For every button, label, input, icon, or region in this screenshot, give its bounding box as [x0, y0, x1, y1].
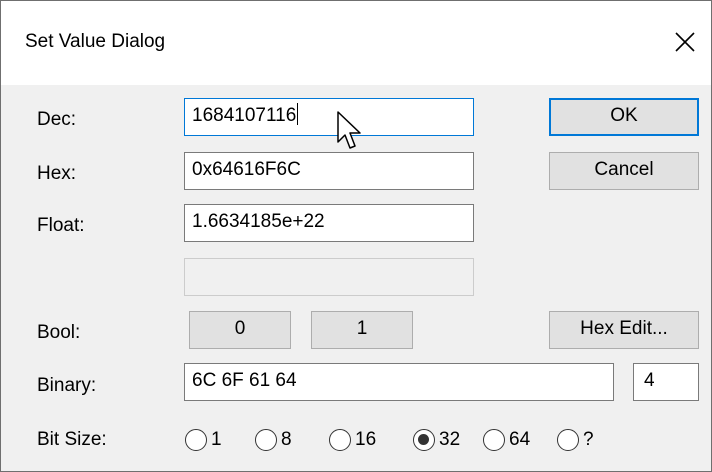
close-icon[interactable]	[670, 27, 700, 57]
dec-value: 1684107116	[192, 105, 297, 126]
bit-size-1-radio[interactable]: 1	[185, 425, 222, 455]
float-input[interactable]: 1.6634185e+22	[184, 204, 474, 242]
hex-edit-button[interactable]: Hex Edit...	[549, 311, 699, 349]
radio-button-icon	[255, 429, 277, 451]
extra-input-disabled	[184, 258, 474, 296]
bit-size-8-radio[interactable]: 8	[255, 425, 292, 455]
bool-false-button[interactable]: 0	[189, 311, 291, 349]
bool-label: Bool:	[37, 322, 81, 343]
binary-input[interactable]: 6C 6F 61 64	[184, 363, 614, 401]
bit-size-64-radio[interactable]: 64	[483, 425, 530, 455]
radio-button-icon	[185, 429, 207, 451]
bit-size-unknown-label: ?	[583, 429, 594, 450]
bool-true-button[interactable]: 1	[311, 311, 413, 349]
dec-label: Dec:	[37, 109, 77, 130]
bit-size-16-radio[interactable]: 16	[329, 425, 376, 455]
radio-button-icon	[483, 429, 505, 451]
bit-size-unknown-radio[interactable]: ?	[557, 425, 594, 455]
title-bar: Set Value Dialog	[1, 1, 711, 85]
bit-size-1-label: 1	[211, 429, 222, 450]
dec-input[interactable]: 1684107116	[184, 98, 474, 136]
hex-label: Hex:	[37, 163, 77, 184]
hex-value: 0x64616F6C	[192, 159, 301, 180]
binary-size-value: 4	[644, 370, 655, 391]
mouse-pointer-icon	[337, 111, 361, 149]
binary-size-input[interactable]: 4	[633, 363, 699, 401]
dialog-title: Set Value Dialog	[25, 31, 166, 52]
bit-size-32-label: 32	[439, 429, 461, 450]
float-value: 1.6634185e+22	[192, 211, 325, 232]
cancel-button[interactable]: Cancel	[549, 152, 699, 190]
binary-label: Binary:	[37, 375, 97, 396]
radio-button-icon	[329, 429, 351, 451]
hex-input[interactable]: 0x64616F6C	[184, 152, 474, 190]
bit-size-16-label: 16	[355, 429, 377, 450]
bit-size-8-label: 8	[281, 429, 292, 450]
set-value-dialog: Set Value Dialog Dec: 1684107116 Hex: 0x…	[0, 0, 712, 472]
radio-button-icon	[557, 429, 579, 451]
text-caret	[297, 103, 299, 126]
bit-size-label: Bit Size:	[37, 429, 107, 450]
float-label: Float:	[37, 215, 85, 236]
bit-size-64-label: 64	[509, 429, 531, 450]
bit-size-32-radio[interactable]: 32	[413, 425, 460, 455]
radio-button-icon	[413, 429, 435, 451]
ok-button[interactable]: OK	[549, 98, 699, 136]
binary-value: 6C 6F 61 64	[192, 370, 297, 391]
